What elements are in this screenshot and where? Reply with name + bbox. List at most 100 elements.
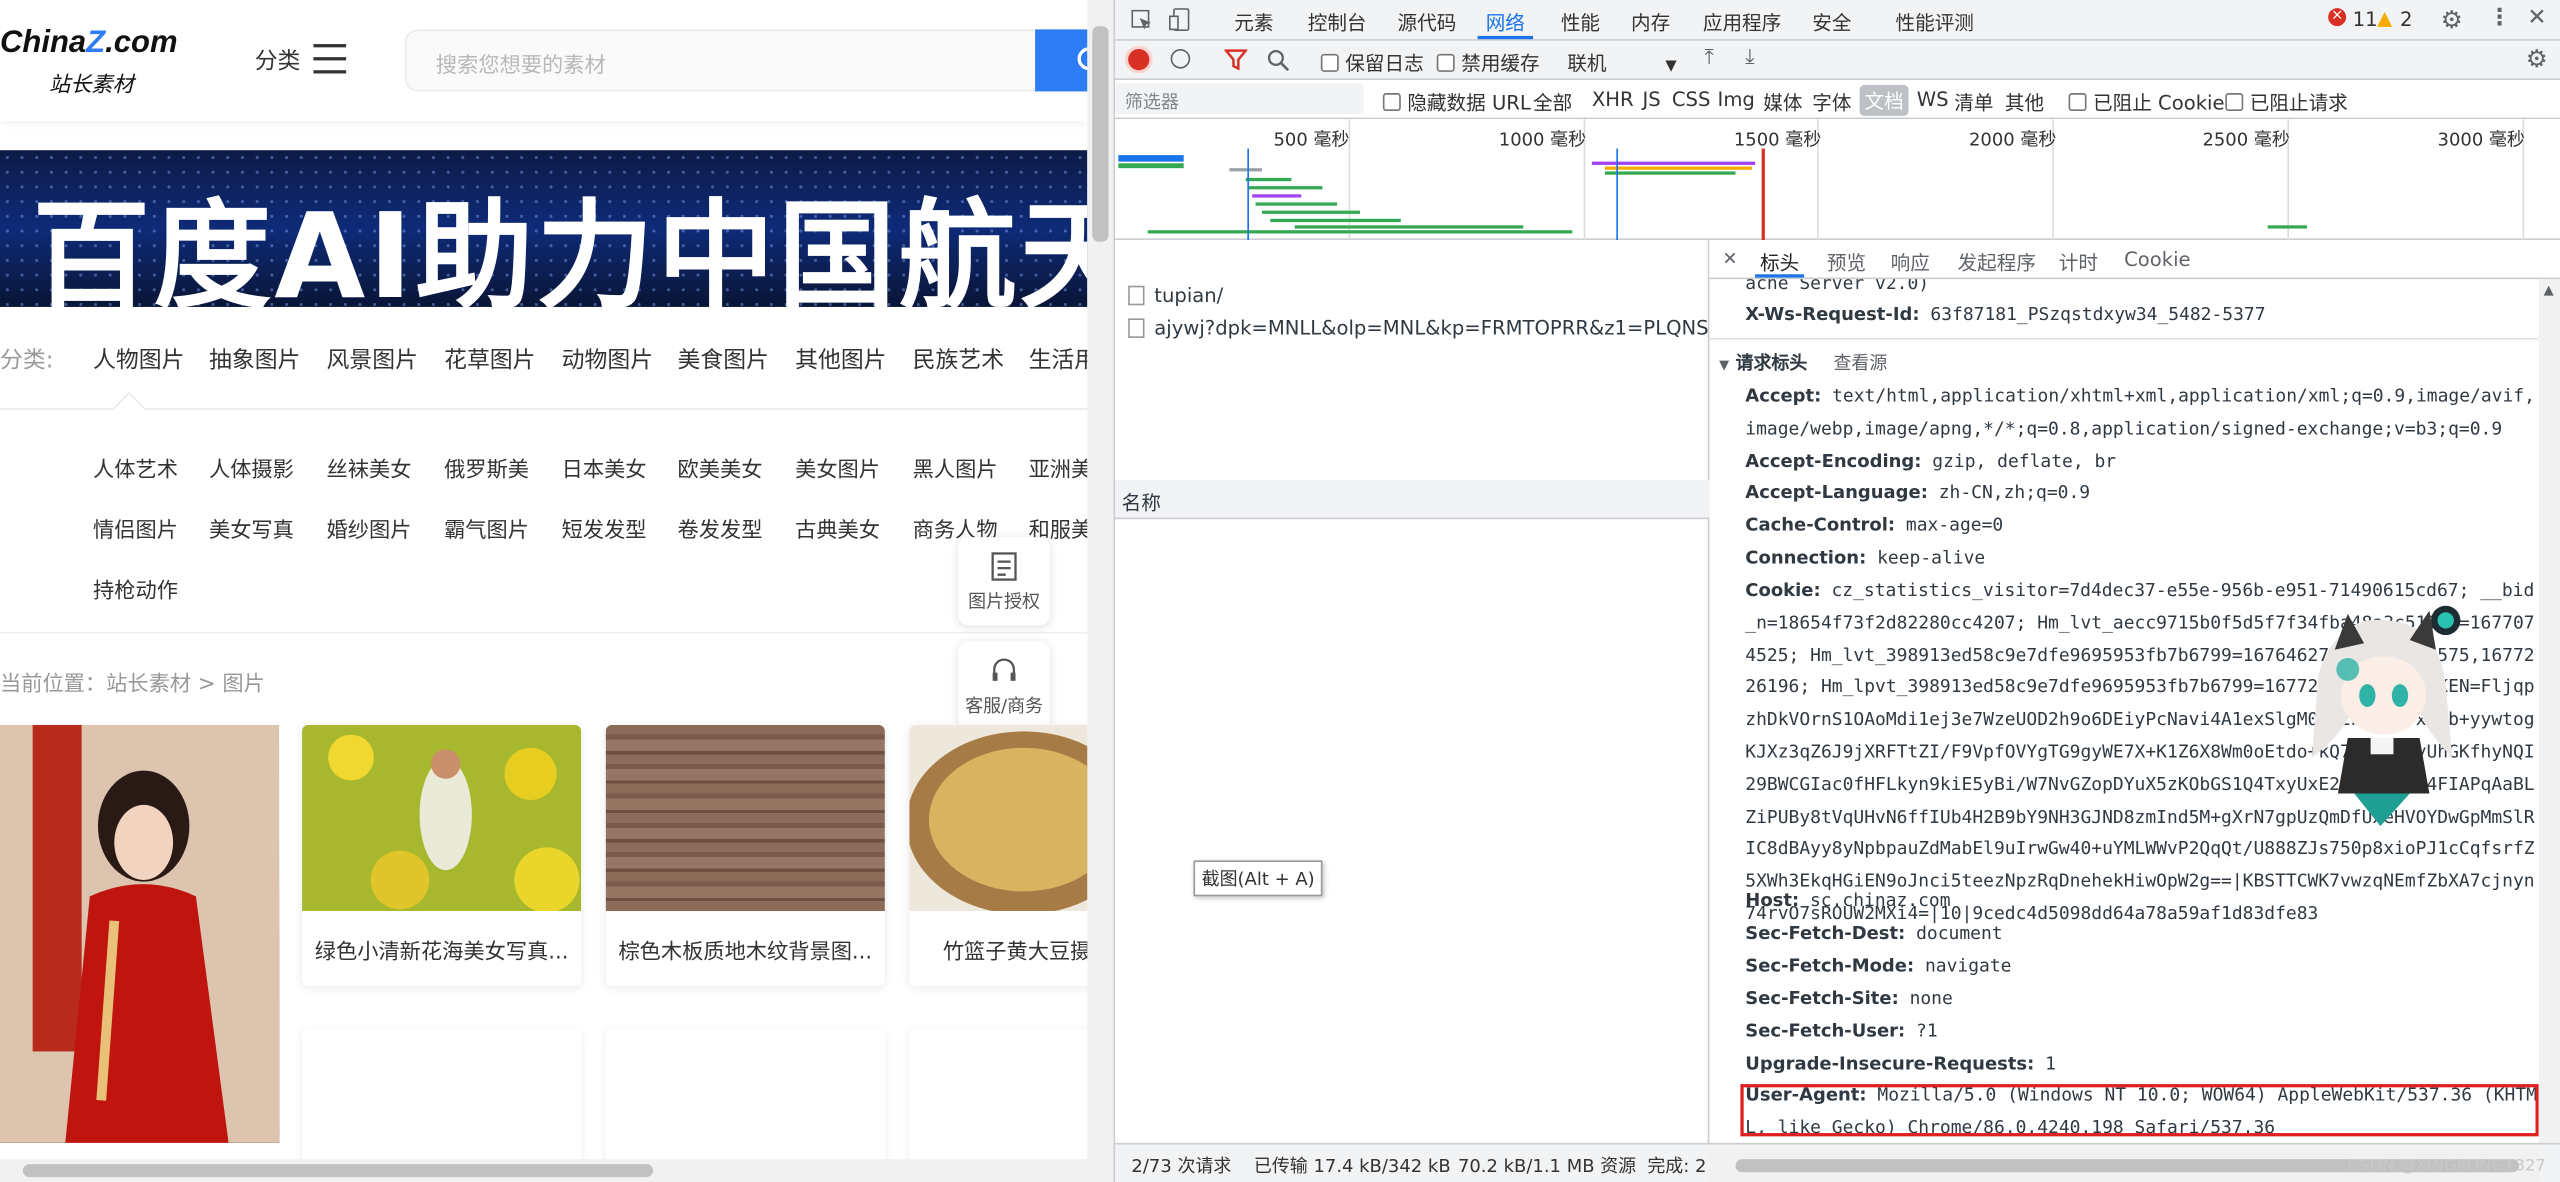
- tab-elements[interactable]: 元素: [1234, 8, 1273, 36]
- subcategory-item[interactable]: 美女写真: [209, 513, 294, 543]
- image-card[interactable]: 竹篮子黄大豆摄影图片: [909, 724, 1088, 987]
- request-row[interactable]: tupian/: [1115, 284, 1709, 317]
- network-settings-icon[interactable]: ⚙: [2526, 44, 2548, 73]
- more-menu-icon[interactable]: ⋮: [2488, 5, 2511, 31]
- filter-input[interactable]: 筛选器: [1115, 83, 1364, 115]
- subcategory-item[interactable]: 欧美美女: [678, 452, 763, 483]
- tab-security[interactable]: 安全: [1812, 8, 1851, 36]
- site-logo[interactable]: ChinaZ.com: [0, 26, 178, 62]
- filter-type-xhr[interactable]: XHR: [1592, 88, 1634, 111]
- tab-sources[interactable]: 源代码: [1398, 8, 1457, 36]
- hero-banner[interactable]: 百度AI助力中国航天: [0, 150, 1088, 307]
- filter-type-manifest[interactable]: 清单: [1954, 88, 1993, 116]
- network-overview-timeline[interactable]: 500 毫秒 1000 毫秒 1500 毫秒 2000 毫秒 2500 毫秒 3…: [1115, 119, 2560, 240]
- view-source-link[interactable]: 查看源: [1833, 353, 1887, 374]
- menu-icon[interactable]: [313, 44, 347, 74]
- throttle-select[interactable]: 联机 ▼: [1567, 49, 1676, 77]
- category-item[interactable]: 其他图片: [795, 343, 886, 376]
- inspect-element-icon[interactable]: [1131, 9, 1152, 31]
- category-item[interactable]: 美食图片: [678, 343, 769, 376]
- import-har-icon[interactable]: ⤒: [1704, 46, 1713, 70]
- blocked-cookies-checkbox[interactable]: 已阻止 Cookie: [2068, 88, 2225, 116]
- subcategory-item[interactable]: 人体艺术: [93, 452, 178, 483]
- filter-type-font[interactable]: 字体: [1812, 88, 1851, 116]
- image-card[interactable]: 绿色小清新花海美女写真...: [302, 724, 582, 987]
- tab-console[interactable]: 控制台: [1308, 8, 1367, 36]
- filter-type-media[interactable]: 媒体: [1763, 88, 1802, 116]
- warning-count[interactable]: 2: [2400, 8, 2412, 31]
- record-icon[interactable]: [1128, 48, 1150, 71]
- tab-memory[interactable]: 内存: [1631, 8, 1670, 36]
- filter-type-ws[interactable]: WS: [1917, 88, 1949, 111]
- warning-icon: ▲: [2377, 6, 2393, 30]
- subcategory-item[interactable]: 古典美女: [795, 513, 880, 543]
- tab-network[interactable]: 网络: [1486, 8, 1525, 36]
- tab-lighthouse[interactable]: 性能评测: [1896, 8, 1974, 36]
- tab-response[interactable]: 响应: [1891, 248, 1930, 276]
- tab-cookies[interactable]: Cookie: [2124, 248, 2191, 271]
- settings-icon[interactable]: ⚙: [2441, 5, 2463, 34]
- subcategory-item[interactable]: 婚纱图片: [327, 513, 412, 543]
- subcategory-item[interactable]: 人体摄影: [209, 452, 294, 483]
- subcategory-item[interactable]: 霸气图片: [444, 513, 529, 543]
- breadcrumb-home-link[interactable]: 站长素材: [106, 673, 191, 697]
- category-item[interactable]: 动物图片: [562, 343, 653, 376]
- horizontal-scrollbar[interactable]: [0, 1159, 1088, 1182]
- tab-performance[interactable]: 性能: [1561, 8, 1600, 36]
- category-button-label[interactable]: 分类: [255, 44, 301, 77]
- filter-type-img[interactable]: Img: [1718, 88, 1755, 111]
- subcategory-item[interactable]: 短发发型: [562, 513, 647, 543]
- export-har-icon[interactable]: ⤓: [1745, 46, 1754, 70]
- search-icon[interactable]: [1267, 49, 1290, 72]
- detail-scrollbar[interactable]: ▲: [2538, 279, 2560, 1150]
- subcategory-item[interactable]: 黑人图片: [913, 452, 998, 483]
- search-button[interactable]: [1035, 29, 1088, 92]
- clear-icon[interactable]: [1170, 48, 1191, 69]
- device-toolbar-icon[interactable]: [1168, 8, 1190, 32]
- blocked-requests-checkbox[interactable]: 已阻止请求: [2225, 88, 2348, 116]
- category-item[interactable]: 生活用品: [1029, 343, 1088, 376]
- disable-cache-checkbox[interactable]: 禁用缓存: [1436, 49, 1540, 77]
- error-count[interactable]: 11: [2353, 8, 2378, 31]
- filter-type-css[interactable]: CSS: [1672, 88, 1711, 111]
- category-item[interactable]: 抽象图片: [209, 343, 300, 376]
- filter-icon[interactable]: [1224, 49, 1248, 71]
- close-detail-icon[interactable]: ✕: [1722, 248, 1737, 269]
- subcategory-item[interactable]: 美女图片: [795, 452, 880, 483]
- filter-type-js[interactable]: JS: [1642, 88, 1660, 111]
- tab-preview[interactable]: 预览: [1827, 248, 1866, 276]
- subcategory-item[interactable]: 俄罗斯美: [444, 452, 529, 483]
- tab-initiator[interactable]: 发起程序: [1958, 248, 2036, 276]
- subcategory-item[interactable]: 丝袜美女: [327, 452, 412, 483]
- card-title: 竹篮子黄大豆摄影图片: [942, 940, 1088, 965]
- hide-data-url-checkbox[interactable]: 隐藏数据 URL: [1382, 88, 1531, 116]
- filter-type-all[interactable]: 全部: [1533, 88, 1572, 116]
- tab-headers[interactable]: 标头: [1760, 248, 1799, 276]
- search-input[interactable]: 搜索您想要的素材: [404, 29, 1058, 92]
- filter-type-doc[interactable]: 文档: [1859, 84, 1909, 116]
- image-card[interactable]: 棕色木板质地木纹背景图...: [605, 724, 885, 987]
- subcategory-item[interactable]: 卷发发型: [678, 513, 763, 543]
- subcategory-item[interactable]: 亚洲美女: [1029, 452, 1088, 483]
- subcategory-item[interactable]: 日本美女: [562, 452, 647, 483]
- category-item[interactable]: 民族艺术: [913, 343, 1004, 376]
- subcategory-item[interactable]: 持枪动作: [93, 573, 178, 604]
- request-headers-section-toggle[interactable]: ▼ 请求标头 查看源: [1719, 348, 1887, 382]
- filter-type-other[interactable]: 其他: [2005, 88, 2044, 116]
- tab-application[interactable]: 应用程序: [1703, 8, 1781, 36]
- request-row[interactable]: ajywj?dpk=MNLL&olp=MNL&kp=FRMTOPRR&z1=PL…: [1115, 317, 1709, 350]
- category-item[interactable]: 花草图片: [444, 343, 535, 376]
- breadcrumb-current[interactable]: 图片: [222, 673, 264, 697]
- preserve-log-checkbox[interactable]: 保留日志: [1320, 49, 1424, 77]
- image-license-button[interactable]: 图片授权: [958, 537, 1050, 626]
- tab-timing[interactable]: 计时: [2059, 248, 2098, 276]
- photo-card-image[interactable]: [0, 724, 280, 1143]
- subcategory-item[interactable]: 情侣图片: [93, 513, 178, 543]
- customer-service-button[interactable]: 客服/商务: [958, 641, 1050, 730]
- vertical-scrollbar[interactable]: [1087, 0, 1114, 1182]
- category-item[interactable]: 风景图片: [327, 343, 418, 376]
- category-item[interactable]: 人物图片: [93, 343, 184, 376]
- close-icon[interactable]: ✕: [2527, 5, 2546, 31]
- name-column-header[interactable]: 名称: [1122, 488, 1161, 516]
- header-line: Sec-Fetch-Site: none: [1745, 987, 1953, 1009]
